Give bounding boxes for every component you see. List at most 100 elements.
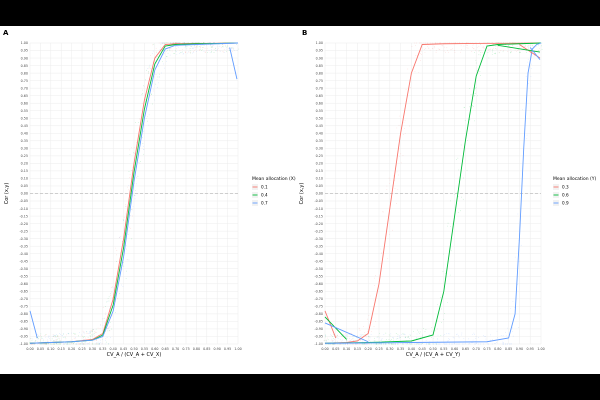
scatter-point [347, 343, 349, 345]
scatter-point [358, 328, 360, 330]
scatter-point [170, 42, 172, 44]
scatter-point [326, 341, 328, 342]
scatter-point [111, 315, 113, 317]
scatter-point [97, 341, 99, 343]
scatter-point [398, 115, 400, 117]
scatter-point [164, 67, 165, 69]
scatter-point [398, 335, 400, 336]
scatter-point [325, 339, 327, 341]
scatter-point [34, 341, 36, 342]
scatter-point [386, 339, 388, 340]
scatter-point [232, 47, 233, 49]
scatter-point [334, 341, 336, 343]
scatter-point [374, 340, 376, 342]
scatter-point [74, 333, 76, 335]
scatter-point [412, 341, 414, 343]
scatter-point [400, 162, 402, 164]
scatter-point [448, 42, 450, 44]
scatter-point [152, 90, 154, 92]
scatter-point [83, 333, 85, 335]
scatter-point [445, 51, 446, 53]
scatter-point [532, 46, 534, 48]
scatter-point [525, 45, 526, 47]
scatter-point [535, 45, 537, 47]
scatter-point [132, 209, 133, 211]
scatter-point [82, 336, 84, 338]
scatter-point [522, 109, 523, 111]
scatter-point [441, 45, 443, 47]
scatter-point [68, 333, 70, 335]
scatter-point [519, 51, 521, 53]
scatter-point [396, 171, 398, 173]
scatter-point [112, 297, 113, 299]
scatter-point [433, 343, 435, 345]
scatter-point [128, 259, 130, 261]
scatter-point [200, 44, 202, 46]
scatter-point [378, 332, 380, 334]
scatter-point [358, 327, 360, 329]
scatter-point [148, 67, 150, 69]
scatter-point [165, 55, 167, 57]
scatter-point [428, 47, 430, 49]
scatter-point [402, 343, 404, 345]
y-tick-label: -0.15 [314, 214, 323, 218]
scatter-point [341, 336, 343, 337]
scatter-point [31, 343, 32, 345]
scatter-point [229, 50, 230, 51]
scatter-point [159, 49, 161, 50]
scatter-point [70, 343, 72, 345]
y-tick-label: 0.20 [21, 162, 28, 166]
y-tick-label: -0.10 [314, 207, 323, 211]
scatter-point [125, 205, 127, 207]
scatter-point [160, 46, 162, 48]
scatter-point [495, 53, 496, 55]
scatter-point [376, 336, 378, 338]
scatter-point [416, 333, 418, 335]
scatter-point [105, 313, 107, 315]
scatter-point [143, 145, 145, 147]
scatter-point [28, 343, 30, 345]
scatter-point [444, 42, 446, 44]
scatter-point [192, 47, 193, 49]
scatter-point [445, 343, 447, 345]
scatter-point [226, 46, 228, 48]
scatter-point [82, 330, 84, 332]
scatter-point [66, 334, 67, 336]
scatter-point [31, 343, 33, 345]
scatter-point [213, 49, 215, 50]
scatter-point [178, 46, 179, 48]
scatter-point [449, 274, 451, 276]
scatter-point [381, 340, 383, 341]
y-tick-label: 0.65 [316, 94, 323, 98]
scatter-point [85, 337, 86, 339]
y-tick-label: 0.45 [316, 124, 323, 128]
scatter-point [167, 42, 169, 44]
y-tick-label: -0.60 [314, 282, 323, 286]
scatter-point [236, 49, 238, 51]
y-tick-label: 0.80 [21, 71, 28, 75]
scatter-point [345, 336, 346, 338]
scatter-point [92, 333, 94, 335]
y-tick-label: -0.45 [314, 259, 323, 263]
scatter-point [502, 343, 503, 345]
scatter-point [454, 50, 456, 51]
scatter-point [507, 339, 509, 341]
scatter-point [425, 42, 426, 44]
scatter-point [437, 334, 439, 336]
scatter-point [81, 342, 83, 344]
y-tick-label: -0.20 [314, 222, 323, 226]
scatter-point [143, 130, 144, 132]
scatter-point [59, 338, 60, 340]
scatter-point [488, 57, 490, 59]
scatter-point [148, 72, 149, 73]
scatter-point [148, 71, 150, 73]
x-tick-label: 0.30 [89, 347, 96, 351]
legend-entry-label: 0.7 [261, 201, 268, 206]
scatter-point [116, 254, 117, 256]
scatter-point [332, 339, 333, 341]
scatter-point [35, 340, 37, 341]
scatter-point [211, 46, 212, 48]
scatter-point [383, 343, 384, 345]
scatter-point [164, 57, 166, 59]
scatter-point [136, 183, 137, 185]
